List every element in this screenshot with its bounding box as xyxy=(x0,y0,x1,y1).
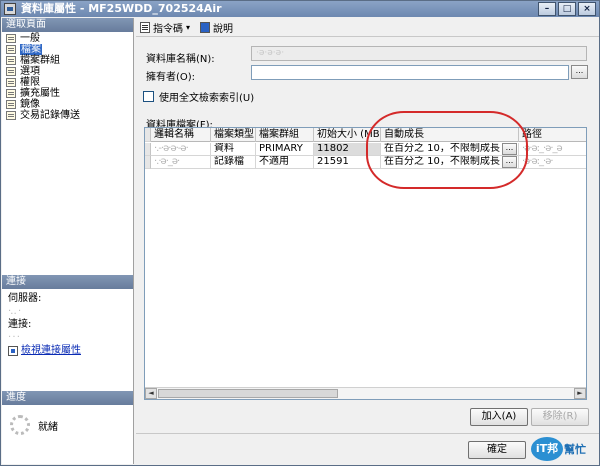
view-connection-properties-link[interactable]: 檢視連接屬性 xyxy=(8,344,127,357)
connection-header: 連接 xyxy=(2,275,133,289)
add-button[interactable]: 加入(A) xyxy=(470,408,528,426)
left-pane: 選取頁面 一般 檔案 檔案群組 選項 權限 擴充屬性 鏡像 交易記錄傳送 連接 … xyxy=(2,18,134,464)
page-icon xyxy=(6,111,16,120)
page-item-extended-properties[interactable]: 擴充屬性 xyxy=(2,88,133,99)
page-icon xyxy=(6,89,16,98)
page-item-label: 交易記錄傳送 xyxy=(20,110,80,121)
watermark-badge: iT邦 xyxy=(531,437,563,461)
chevron-down-icon: ▾ xyxy=(186,22,191,32)
cell-logical-name[interactable]: ·.-·ǝ·ǝ·-ǝ· xyxy=(151,143,211,156)
column-header-logical-name[interactable]: 邏輯名稱 xyxy=(151,128,211,142)
progress-body: 就緒 xyxy=(2,405,133,445)
progress-spinner-icon xyxy=(10,415,30,435)
toolbar: 指令碼 ▾ 說明 xyxy=(136,18,599,37)
window-title: 資料庫屬性 - MF25WDD_702524Air xyxy=(21,2,222,15)
progress-header: 進度 xyxy=(2,391,133,405)
page-icon xyxy=(6,56,16,65)
page-item-label: 選項 xyxy=(20,66,40,77)
page-item-label: 一般 xyxy=(20,33,40,44)
page-item-files[interactable]: 檔案 xyxy=(2,44,133,55)
remove-button[interactable]: 移除(R) xyxy=(531,408,589,426)
server-value: ·‥ · xyxy=(8,306,21,317)
page-list: 一般 檔案 檔案群組 選項 權限 擴充屬性 鏡像 交易記錄傳送 xyxy=(2,32,133,121)
connection-value: · · · xyxy=(8,332,20,343)
column-header-filegroup[interactable]: 檔案群組 xyxy=(256,128,314,142)
help-label: 說明 xyxy=(213,23,234,35)
progress-section: 進度 就緒 xyxy=(2,391,133,445)
server-label: 伺服器: xyxy=(8,293,42,304)
connection-section: 連接 伺服器: ·‥ · 連接: · · · 檢視連接屬性 xyxy=(2,275,133,360)
connection-label: 連接: xyxy=(8,319,32,330)
page-item-options[interactable]: 選項 xyxy=(2,66,133,77)
divider xyxy=(136,433,599,434)
cell-file-type: 資料 xyxy=(211,143,256,156)
page-item-permissions[interactable]: 權限 xyxy=(2,77,133,88)
fulltext-checkbox[interactable] xyxy=(143,91,154,102)
page-item-label: 鏡像 xyxy=(20,99,40,110)
column-header-path[interactable]: 路徑 xyxy=(519,128,586,142)
script-icon xyxy=(140,21,150,33)
help-button[interactable]: 說明 xyxy=(200,20,233,35)
page-icon xyxy=(6,34,16,43)
page-icon xyxy=(6,100,16,109)
page-item-label: 權限 xyxy=(20,77,40,88)
scroll-thumb[interactable] xyxy=(158,389,338,398)
ok-button[interactable]: 確定 xyxy=(468,441,526,459)
owner-label: 擁有者(O): xyxy=(146,72,196,83)
cell-filegroup[interactable]: PRIMARY xyxy=(256,143,314,156)
help-icon xyxy=(200,21,211,33)
fulltext-label: 使用全文檢索索引(U) xyxy=(159,93,255,104)
close-button[interactable]: × xyxy=(578,2,596,16)
owner-browse-button[interactable]: ... xyxy=(571,65,588,79)
database-name-field: ·ǝ·ǝ·ǝ· xyxy=(251,46,587,61)
page-item-mirroring[interactable]: 鏡像 xyxy=(2,99,133,110)
page-icon xyxy=(6,45,16,54)
scroll-left-icon[interactable]: ◄ xyxy=(145,388,157,399)
script-button[interactable]: 指令碼 ▾ xyxy=(140,20,190,35)
scroll-right-icon[interactable]: ► xyxy=(574,388,586,399)
watermark-text: 幫忙 xyxy=(564,443,586,456)
select-page-header: 選取頁面 xyxy=(2,18,133,32)
fulltext-option[interactable]: 使用全文檢索索引(U) xyxy=(143,89,254,104)
cell-logical-name[interactable]: ·.·ǝ·_ǝ· xyxy=(151,156,211,169)
progress-status: 就緒 xyxy=(38,421,58,433)
page-item-label: 檔案群組 xyxy=(20,55,60,66)
cell-file-type: 記錄檔 xyxy=(211,156,256,169)
connection-properties-icon xyxy=(8,345,18,356)
connection-body: 伺服器: ·‥ · 連接: · · · 檢視連接屬性 xyxy=(2,289,133,360)
page-item-general[interactable]: 一般 xyxy=(2,33,133,44)
page-icon xyxy=(6,67,16,76)
script-label: 指令碼 xyxy=(153,23,183,35)
owner-input[interactable] xyxy=(251,65,569,80)
cell-filegroup: 不適用 xyxy=(256,156,314,169)
minimize-button[interactable]: – xyxy=(538,2,556,16)
annotation-highlight-ellipse xyxy=(366,111,528,189)
horizontal-scrollbar[interactable]: ◄ ► xyxy=(145,387,586,399)
cell-path[interactable]: ·ǝ·ǝ:_·ǝ·_ǝ xyxy=(519,143,586,156)
database-name-label: 資料庫名稱(N): xyxy=(146,54,215,65)
page-item-label: 檔案 xyxy=(20,44,42,55)
view-connection-link-label: 檢視連接屬性 xyxy=(21,345,81,356)
column-header-file-type[interactable]: 檔案類型 xyxy=(211,128,256,142)
database-properties-window: 資料庫屬性 - MF25WDD_702524Air – □ × 選取頁面 一般 … xyxy=(0,0,600,466)
maximize-button[interactable]: □ xyxy=(558,2,576,16)
page-item-filegroups[interactable]: 檔案群組 xyxy=(2,55,133,66)
site-watermark-logo: iT邦 幫忙 xyxy=(531,435,597,463)
page-icon xyxy=(6,78,16,87)
window-controls: – □ × xyxy=(538,2,596,16)
page-item-label: 擴充屬性 xyxy=(20,88,60,99)
page-item-log-shipping[interactable]: 交易記錄傳送 xyxy=(2,110,133,121)
database-icon xyxy=(4,3,16,15)
cell-path[interactable]: ·ǝ·ǝ:_·ǝ· xyxy=(519,156,586,169)
title-bar[interactable]: 資料庫屬性 - MF25WDD_702524Air – □ × xyxy=(1,1,599,17)
